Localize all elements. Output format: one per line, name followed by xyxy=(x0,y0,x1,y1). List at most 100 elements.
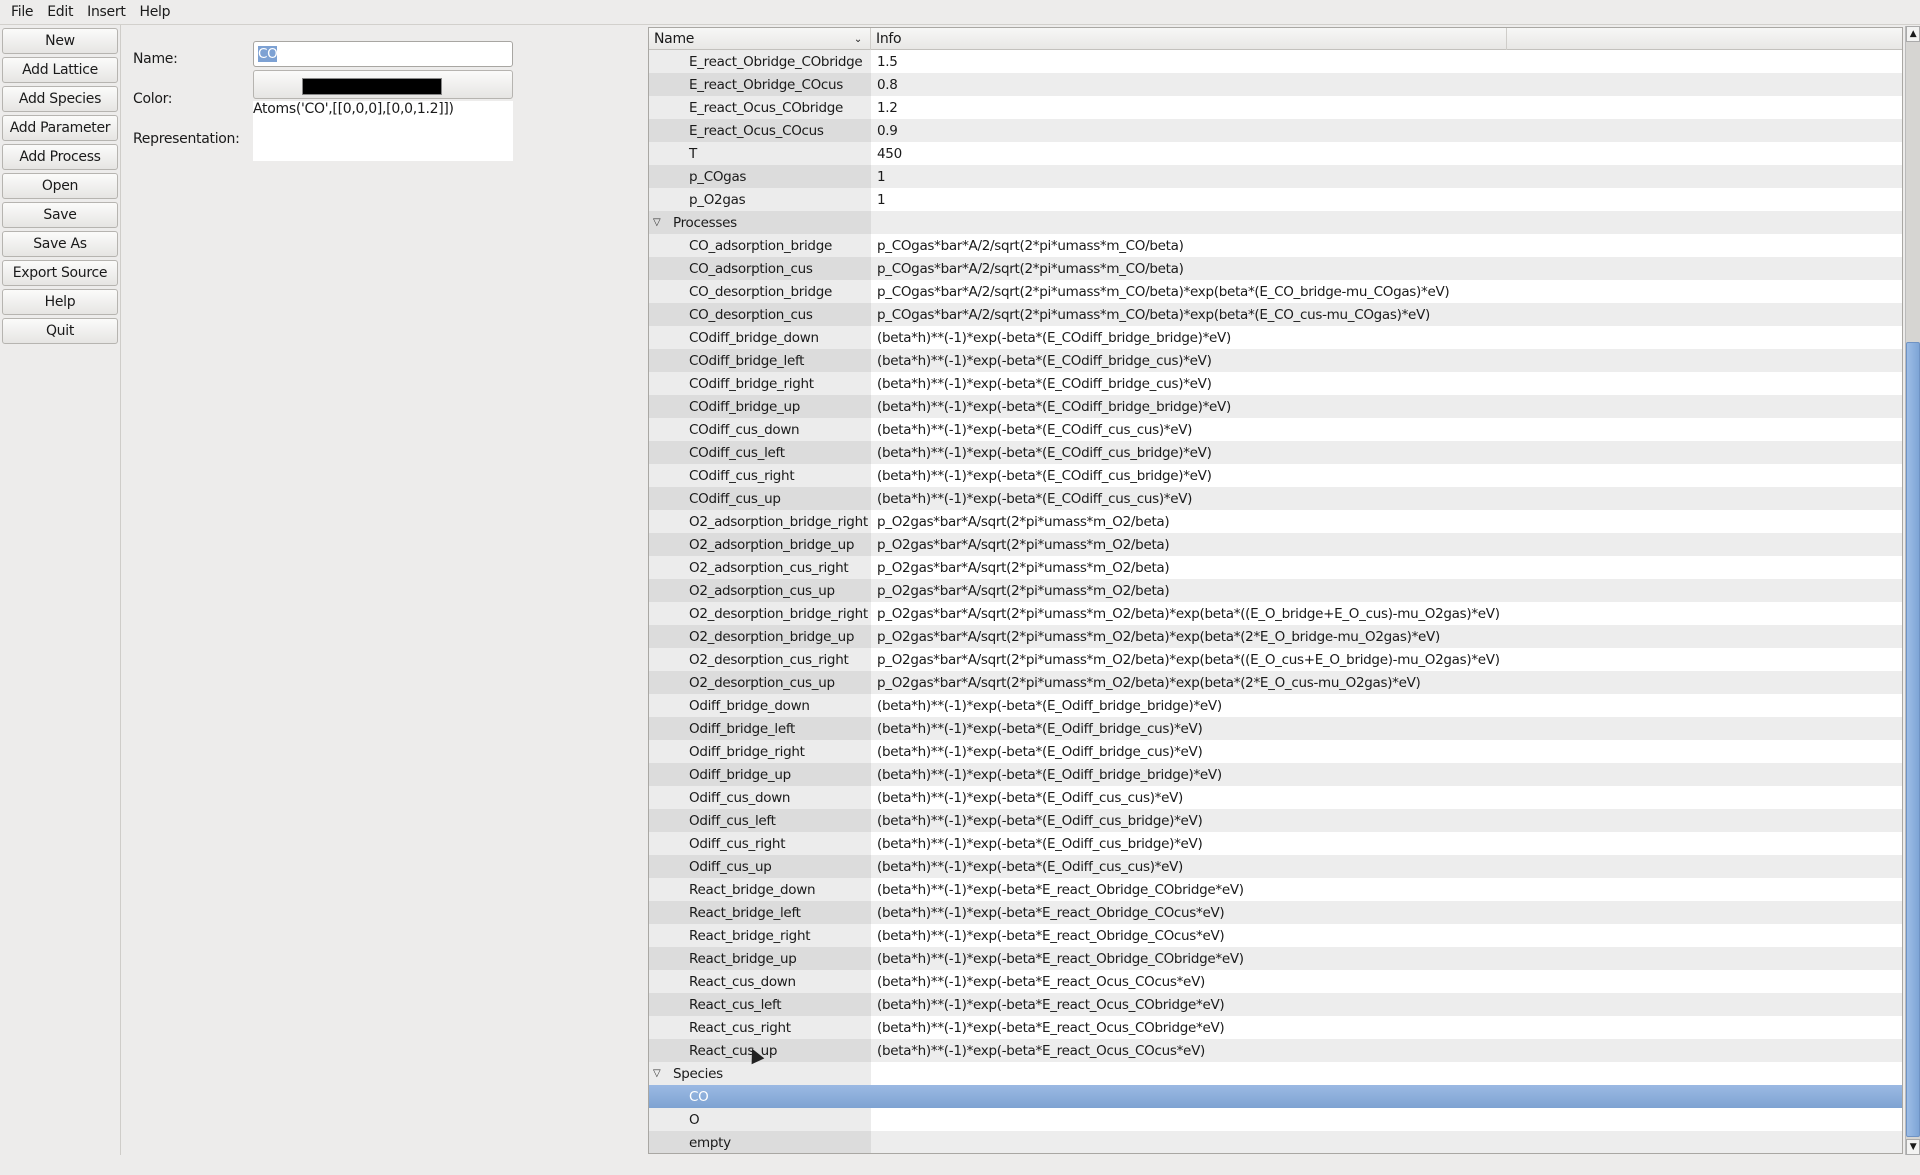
name-label: Name: xyxy=(133,51,178,67)
row-name-cell: COdiff_bridge_right xyxy=(649,372,871,395)
add-parameter-button[interactable]: Add Parameter xyxy=(2,115,118,141)
row-info: p_O2gas*bar*A/sqrt(2*pi*umass*m_O2/beta) xyxy=(871,533,1902,556)
tree-row[interactable]: CO_desorption_bridge p_COgas*bar*A/2/sqrt… xyxy=(649,280,1902,303)
tree-row[interactable]: COdiff_bridge_left (beta*h)**(-1)*exp(-be… xyxy=(649,349,1902,372)
row-name: COdiff_cus_left xyxy=(689,444,785,461)
tree-row[interactable]: Odiff_cus_up (beta*h)**(-1)*exp(-beta*(E_… xyxy=(649,855,1902,878)
model-tree[interactable]: Name ⌄ Info E_react_Obridge_CObridge 1.5 E… xyxy=(648,27,1903,1154)
scrollbar-thumb[interactable] xyxy=(1906,342,1920,1137)
row-name: Processes xyxy=(673,214,737,231)
row-info: (beta*h)**(-1)*exp(-beta*(E_COdiff_cus_c… xyxy=(871,487,1902,510)
tree-row[interactable]: Odiff_bridge_left (beta*h)**(-1)*exp(-bet… xyxy=(649,717,1902,740)
add-species-button[interactable]: Add Species xyxy=(2,86,118,112)
vertical-scrollbar[interactable]: ▲ ▼ xyxy=(1905,26,1920,1155)
row-name-cell: empty xyxy=(649,1131,871,1153)
tree-row[interactable]: React_cus_down (beta*h)**(-1)*exp(-beta*E… xyxy=(649,970,1902,993)
row-info: (beta*h)**(-1)*exp(-beta*(E_COdiff_cus_b… xyxy=(871,441,1902,464)
triangle-down-icon[interactable]: ▽ xyxy=(653,217,667,228)
tree-row[interactable]: CO xyxy=(649,1085,1902,1108)
row-name: T xyxy=(689,145,697,162)
tree-row[interactable]: p_O2gas 1 xyxy=(649,188,1902,211)
row-name: O2_desorption_cus_right xyxy=(689,651,849,668)
tree-row[interactable]: O2_desorption_bridge_right p_O2gas*bar*A/… xyxy=(649,602,1902,625)
tree-row[interactable]: React_bridge_left (beta*h)**(-1)*exp(-bet… xyxy=(649,901,1902,924)
row-name: React_bridge_down xyxy=(689,881,816,898)
row-info: p_O2gas*bar*A/sqrt(2*pi*umass*m_O2/beta) xyxy=(871,510,1902,533)
arrow-down-icon[interactable]: ▼ xyxy=(1906,1139,1920,1155)
name-input[interactable]: CO xyxy=(253,41,513,67)
tree-row[interactable]: O2_adsorption_bridge_right p_O2gas*bar*A/… xyxy=(649,510,1902,533)
tree-row[interactable]: O2_adsorption_cus_up p_O2gas*bar*A/sqrt(2… xyxy=(649,579,1902,602)
tree-row[interactable]: E_react_Obridge_COcus 0.8 xyxy=(649,73,1902,96)
open-button[interactable]: Open xyxy=(2,173,118,199)
tree-category[interactable]: ▽ Species xyxy=(649,1062,1902,1085)
row-name-cell: ▽ Processes xyxy=(649,211,871,234)
tree-row[interactable]: COdiff_bridge_down (beta*h)**(-1)*exp(-be… xyxy=(649,326,1902,349)
tree-row[interactable]: O2_adsorption_bridge_up p_O2gas*bar*A/sqr… xyxy=(649,533,1902,556)
tree-row[interactable]: React_cus_left (beta*h)**(-1)*exp(-beta*E… xyxy=(649,993,1902,1016)
row-name: COdiff_bridge_right xyxy=(689,375,814,392)
menu-file[interactable]: File xyxy=(4,4,40,20)
row-info: 1.5 xyxy=(871,50,1902,73)
arrow-up-icon[interactable]: ▲ xyxy=(1906,26,1920,42)
add-lattice-button[interactable]: Add Lattice xyxy=(2,57,118,83)
tree-row[interactable]: React_cus_up (beta*h)**(-1)*exp(-beta*E_r… xyxy=(649,1039,1902,1062)
tree-row[interactable]: O2_adsorption_cus_right p_O2gas*bar*A/sqr… xyxy=(649,556,1902,579)
add-process-button[interactable]: Add Process xyxy=(2,144,118,170)
tree-row[interactable]: COdiff_cus_down (beta*h)**(-1)*exp(-beta*… xyxy=(649,418,1902,441)
tree-row[interactable]: p_COgas 1 xyxy=(649,165,1902,188)
tree-row[interactable]: React_bridge_right (beta*h)**(-1)*exp(-be… xyxy=(649,924,1902,947)
row-name: COdiff_cus_right xyxy=(689,467,795,484)
row-info: p_O2gas*bar*A/sqrt(2*pi*umass*m_O2/beta)… xyxy=(871,625,1902,648)
menu-edit[interactable]: Edit xyxy=(40,4,80,20)
tree-row[interactable]: O xyxy=(649,1108,1902,1131)
column-header-info[interactable]: Info xyxy=(871,28,1507,50)
tree-row[interactable]: empty xyxy=(649,1131,1902,1153)
tree-row[interactable]: E_react_Obridge_CObridge 1.5 xyxy=(649,50,1902,73)
color-button[interactable] xyxy=(253,70,513,99)
tree-row[interactable]: Odiff_cus_left (beta*h)**(-1)*exp(-beta*(… xyxy=(649,809,1902,832)
tree-row[interactable]: E_react_Ocus_CObridge 1.2 xyxy=(649,96,1902,119)
row-name: O2_desorption_cus_up xyxy=(689,674,835,691)
tree-row[interactable]: O2_desorption_cus_right p_O2gas*bar*A/sqr… xyxy=(649,648,1902,671)
tree-row[interactable]: T 450 xyxy=(649,142,1902,165)
triangle-down-icon[interactable]: ▽ xyxy=(653,1068,667,1079)
tree-row[interactable]: React_cus_right (beta*h)**(-1)*exp(-beta*… xyxy=(649,1016,1902,1039)
row-info: (beta*h)**(-1)*exp(-beta*(E_COdiff_bridg… xyxy=(871,349,1902,372)
row-name-cell: COdiff_bridge_up xyxy=(649,395,871,418)
tree-row[interactable]: CO_desorption_cus p_COgas*bar*A/2/sqrt(2*… xyxy=(649,303,1902,326)
row-info: p_O2gas*bar*A/sqrt(2*pi*umass*m_O2/beta) xyxy=(871,556,1902,579)
tree-row[interactable]: E_react_Ocus_COcus 0.9 xyxy=(649,119,1902,142)
tree-row[interactable]: React_bridge_down (beta*h)**(-1)*exp(-bet… xyxy=(649,878,1902,901)
tree-row[interactable]: CO_adsorption_cus p_COgas*bar*A/2/sqrt(2*… xyxy=(649,257,1902,280)
quit-button[interactable]: Quit xyxy=(2,318,118,344)
tree-row[interactable]: Odiff_bridge_up (beta*h)**(-1)*exp(-beta*… xyxy=(649,763,1902,786)
tree-row[interactable]: COdiff_cus_left (beta*h)**(-1)*exp(-beta*… xyxy=(649,441,1902,464)
tree-row[interactable]: Odiff_bridge_right (beta*h)**(-1)*exp(-be… xyxy=(649,740,1902,763)
tree-row[interactable]: O2_desorption_bridge_up p_O2gas*bar*A/sqr… xyxy=(649,625,1902,648)
new-button[interactable]: New xyxy=(2,28,118,54)
help-button[interactable]: Help xyxy=(2,289,118,315)
tree-category[interactable]: ▽ Processes xyxy=(649,211,1902,234)
tree-row[interactable]: COdiff_cus_up (beta*h)**(-1)*exp(-beta*(E… xyxy=(649,487,1902,510)
tree-row[interactable]: Odiff_cus_right (beta*h)**(-1)*exp(-beta*… xyxy=(649,832,1902,855)
tree-row[interactable]: O2_desorption_cus_up p_O2gas*bar*A/sqrt(2… xyxy=(649,671,1902,694)
row-name-cell: Odiff_cus_down xyxy=(649,786,871,809)
row-info: p_COgas*bar*A/2/sqrt(2*pi*umass*m_CO/bet… xyxy=(871,303,1902,326)
tree-row[interactable]: React_bridge_up (beta*h)**(-1)*exp(-beta*… xyxy=(649,947,1902,970)
tree-row[interactable]: Odiff_bridge_down (beta*h)**(-1)*exp(-bet… xyxy=(649,694,1902,717)
tree-row[interactable]: CO_adsorption_bridge p_COgas*bar*A/2/sqrt… xyxy=(649,234,1902,257)
column-header-name[interactable]: Name ⌄ xyxy=(649,28,871,50)
tree-row[interactable]: COdiff_bridge_right (beta*h)**(-1)*exp(-b… xyxy=(649,372,1902,395)
export-source-button[interactable]: Export Source xyxy=(2,260,118,286)
tree-row[interactable]: COdiff_bridge_up (beta*h)**(-1)*exp(-beta… xyxy=(649,395,1902,418)
save-button[interactable]: Save xyxy=(2,202,118,228)
tree-row[interactable]: COdiff_cus_right (beta*h)**(-1)*exp(-beta… xyxy=(649,464,1902,487)
row-name: p_O2gas xyxy=(689,191,746,208)
save-as-button[interactable]: Save As xyxy=(2,231,118,257)
row-name-cell: CO_adsorption_cus xyxy=(649,257,871,280)
menu-insert[interactable]: Insert xyxy=(80,4,132,20)
representation-input[interactable]: Atoms('CO',[[0,0,0],[0,0,1.2]]) xyxy=(253,101,513,161)
menu-help[interactable]: Help xyxy=(133,4,178,20)
tree-row[interactable]: Odiff_cus_down (beta*h)**(-1)*exp(-beta*(… xyxy=(649,786,1902,809)
